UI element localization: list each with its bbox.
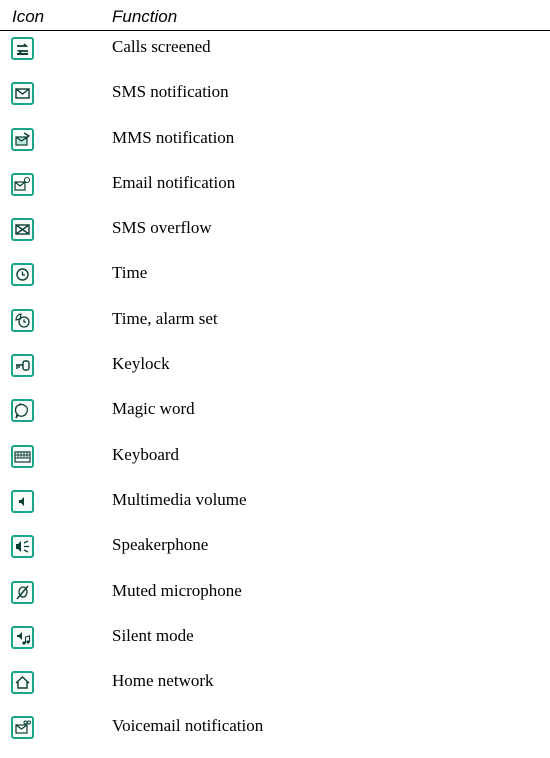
silent-mode-icon	[11, 625, 34, 649]
row-label: Email notification	[112, 172, 236, 192]
row-label: Home network	[112, 671, 214, 691]
row-label: SMS notification	[112, 82, 229, 102]
table-row: Silent mode	[0, 622, 550, 667]
row-label: Silent mode	[112, 625, 194, 645]
mms-notification-icon	[11, 127, 34, 151]
row-label: Calls screened	[112, 37, 211, 56]
table-row: Time, alarm set	[0, 305, 550, 350]
row-label: Keylock	[112, 354, 170, 374]
row-label: Multimedia volume	[112, 489, 247, 509]
table-row: Multimedia volume	[0, 486, 550, 531]
table-row: MMS notification	[0, 124, 550, 169]
table-row: Home network	[0, 667, 550, 712]
table-row: Muted microphone	[0, 577, 550, 622]
row-label: Time	[112, 263, 148, 283]
function-column-header: Function	[112, 7, 178, 26]
icon-table: Calls screened SMS notification MMS noti…	[0, 33, 550, 758]
table-row: Magic word	[0, 395, 550, 440]
time-icon	[11, 263, 34, 287]
email-notification-icon	[11, 172, 34, 196]
table-row: SMS notification	[0, 78, 550, 123]
table-row: Calls screened	[0, 33, 550, 78]
time-alarm-set-icon	[11, 308, 34, 332]
row-label: Voicemail notification	[112, 716, 264, 736]
row-label: Magic word	[112, 399, 195, 419]
muted-microphone-icon	[11, 580, 34, 604]
calls-screened-icon	[11, 37, 34, 60]
row-label: Muted microphone	[112, 580, 242, 600]
icon-column-header: Icon	[12, 7, 45, 26]
table-header: Icon Function	[0, 0, 550, 31]
table-row: Speakerphone	[0, 531, 550, 576]
row-label: SMS overflow	[112, 218, 212, 238]
sms-overflow-icon	[11, 218, 34, 242]
table-row: Keylock	[0, 350, 550, 395]
magic-word-icon	[11, 399, 34, 423]
voicemail-notification-icon	[11, 716, 34, 740]
keylock-icon	[11, 354, 34, 378]
multimedia-volume-icon	[11, 489, 34, 513]
row-label: Keyboard	[112, 444, 180, 464]
home-network-icon	[11, 671, 34, 695]
table-row: SMS overflow	[0, 214, 550, 259]
table-row: Keyboard	[0, 441, 550, 486]
row-label: Time, alarm set	[112, 308, 218, 328]
row-label: MMS notification	[112, 127, 235, 147]
table-row: Time	[0, 259, 550, 304]
keyboard-icon	[11, 444, 34, 468]
table-row: Voicemail notification	[0, 712, 550, 757]
table-row: Email notification	[0, 169, 550, 214]
speakerphone-icon	[11, 535, 34, 559]
row-label: Speakerphone	[112, 535, 209, 555]
sms-notification-icon	[11, 82, 34, 106]
